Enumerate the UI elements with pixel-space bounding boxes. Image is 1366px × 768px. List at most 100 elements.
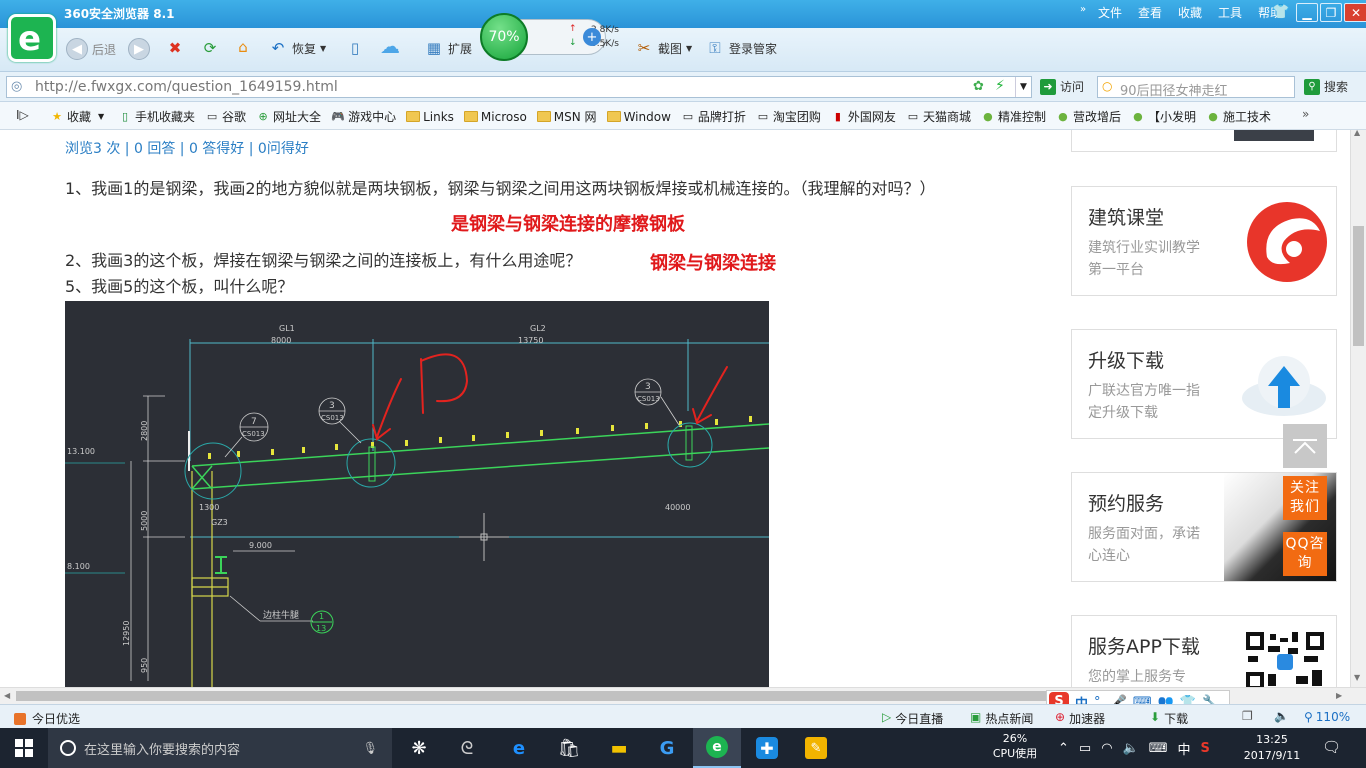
store-icon[interactable]: 🛍	[545, 728, 593, 768]
fav-item-foreign[interactable]: ▮ 外国网友	[831, 108, 896, 125]
sogou-tray-icon[interactable]: S	[1201, 741, 1210, 756]
sidebar-card-app[interactable]: 服务APP下载 您的掌上服务专	[1071, 615, 1337, 687]
fav-item-games[interactable]: 🎮 游戏中心	[331, 108, 396, 125]
search-box[interactable]: ○ 90后田径女神走红	[1097, 76, 1295, 99]
skin-shirt-icon[interactable]: 👕	[1272, 4, 1289, 20]
volume-icon[interactable]: 🔈	[1274, 709, 1289, 723]
fav-item-links[interactable]: Links	[406, 108, 454, 125]
tag-3a: 3	[329, 401, 335, 411]
keyboard-tray-icon[interactable]: ⌨	[1149, 741, 1168, 756]
bookmark-icon: ▮	[834, 110, 841, 123]
search-input[interactable]: 90后田径女神走红	[1120, 80, 1228, 99]
fav-item-taobao[interactable]: ▭ 淘宝团购	[756, 108, 821, 125]
battery-icon[interactable]: ▭	[1079, 741, 1091, 756]
fav-item-vat[interactable]: ● 营改增后	[1056, 108, 1121, 125]
cpu-label: CPU使用	[992, 747, 1038, 760]
extend-button[interactable]: ▦ 扩展	[424, 38, 472, 58]
taskbar-search[interactable]: 在这里输入你要搜索的内容 🎙	[48, 728, 392, 768]
fav-item-msn[interactable]: MSN 网	[536, 108, 597, 125]
url-text[interactable]: http://e.fwxgx.com/question_1649159.html	[35, 79, 338, 95]
download-button[interactable]: ⬇ 下载	[1150, 710, 1188, 727]
card-title: 升级下载	[1088, 350, 1165, 372]
notes-app-icon[interactable]: ✎	[792, 728, 840, 768]
notification-icon[interactable]: 🗨	[1322, 738, 1341, 756]
start-button[interactable]	[0, 728, 48, 768]
file-explorer-icon[interactable]: ▬	[595, 728, 643, 768]
maximize-button[interactable]: ❐	[1320, 3, 1342, 22]
fav-item-control[interactable]: ● 精准控制	[981, 108, 1046, 125]
follow-us-button[interactable]: 关注我们	[1283, 476, 1327, 520]
swirl-app-icon[interactable]: ᘓ	[443, 728, 491, 768]
speaker-icon[interactable]: 🔈	[1123, 741, 1139, 756]
fav-item-google[interactable]: ▭ 谷歌	[205, 108, 246, 125]
restore-button[interactable]: ↶ 恢复 ▼	[268, 38, 326, 58]
screenshot-button[interactable]: ✂ 截图 ▼	[634, 38, 692, 58]
home-icon[interactable]: ⌂	[233, 37, 253, 57]
menu-view[interactable]: 查看	[1138, 4, 1162, 21]
cad-drawing-svg: GL1 8000 GL2 13750 2800 5000 12950 950 1…	[65, 324, 769, 687]
menu-favorites[interactable]: 收藏	[1178, 4, 1202, 21]
menu-chevron-icon[interactable]: »	[1080, 4, 1086, 15]
login-manager-button[interactable]: ⚿ 登录管家	[705, 38, 777, 58]
lightning-icon[interactable]: ⚡	[995, 78, 1005, 94]
edge-icon[interactable]: e	[495, 728, 543, 768]
wifi-icon[interactable]: ◠	[1101, 741, 1112, 756]
refresh-icon[interactable]: ⟳	[200, 38, 220, 58]
tray-expand-icon[interactable]: ⌃	[1058, 741, 1069, 756]
vertical-scrollbar[interactable]: ▲ ▼	[1350, 128, 1366, 687]
accelerator-button[interactable]: ⊕ 加速器	[1055, 710, 1105, 727]
fav-item-favorites[interactable]: ★ 收藏 ▼	[50, 108, 108, 125]
today-picks[interactable]: 今日优选	[14, 710, 80, 727]
fav-item-construction[interactable]: ● 施工技术	[1206, 108, 1271, 125]
menu-file[interactable]: 文件	[1098, 4, 1122, 21]
g-app-icon[interactable]: G	[643, 728, 691, 768]
visit-button[interactable]: ➜ 访问	[1040, 78, 1084, 95]
window-tile-icon[interactable]: ❐	[1242, 709, 1253, 723]
ime-indicator[interactable]: 中	[1178, 739, 1191, 758]
fav-item-hao[interactable]: ⊕ 网址大全	[256, 108, 321, 125]
scroll-right-icon[interactable]: ▶	[1336, 691, 1342, 700]
plus-app-icon[interactable]: ✚	[743, 728, 791, 768]
sidebar-card-upgrade[interactable]: 升级下载 广联达官方唯一指定升级下载	[1071, 329, 1337, 439]
live-button[interactable]: ▷ 今日直播	[882, 710, 943, 727]
back-to-top-button[interactable]	[1283, 424, 1327, 468]
fav-item-invention[interactable]: ● 【小发明	[1131, 108, 1196, 125]
back-button[interactable]: ◀ 后退	[66, 38, 116, 60]
menu-tools[interactable]: 工具	[1218, 4, 1242, 21]
fav-item-window[interactable]: Window	[606, 108, 671, 125]
qq-consult-button[interactable]: QQ咨询	[1283, 532, 1327, 576]
close-window-button[interactable]: ✕	[1344, 3, 1366, 22]
zoom-control[interactable]: ⚲ 110%	[1304, 710, 1350, 724]
task-view-icon[interactable]: ❋	[395, 728, 443, 768]
forward-button[interactable]: ▶	[128, 38, 150, 60]
fav-item-microso[interactable]: Microso	[463, 108, 527, 125]
clock[interactable]: 13:25 2017/9/11	[1240, 732, 1304, 764]
more-favorites-icon[interactable]: »	[1302, 107, 1309, 121]
fav-item-tmall[interactable]: ▭ 天猫商城	[906, 108, 971, 125]
network-speed-widget[interactable]: ↑ 2.8K/s ↓ 0.5K/s + 70%	[480, 13, 619, 61]
cloud-icon[interactable]: ☁	[380, 34, 400, 58]
cloud-download-icon	[1242, 356, 1326, 416]
browser-taskbar-icon[interactable]: e	[693, 728, 741, 768]
accelerate-plus-icon[interactable]: +	[583, 28, 601, 46]
scroll-left-icon[interactable]: ◀	[4, 691, 10, 700]
scroll-down-icon[interactable]: ▼	[1354, 673, 1360, 682]
fav-item-mobile[interactable]: ▯ 手机收藏夹	[118, 108, 195, 125]
stop-icon[interactable]: ✖	[165, 38, 185, 58]
sidebar-card-course[interactable]: 建筑课堂 建筑行业实训教学第一平台	[1071, 186, 1337, 296]
scroll-up-icon[interactable]: ▲	[1354, 128, 1360, 137]
sidebar-card-partial[interactable]	[1071, 130, 1337, 152]
accelerator-icon: ⊕	[1055, 710, 1066, 724]
search-button[interactable]: ⚲ 搜索	[1304, 78, 1348, 95]
vertical-scroll-thumb[interactable]	[1353, 226, 1364, 346]
address-bar[interactable]: ◎ http://e.fwxgx.com/question_1649159.ht…	[6, 76, 1032, 98]
url-dropdown-icon[interactable]: ▼	[1015, 77, 1031, 97]
fav-item-brand[interactable]: ▭ 品牌打折	[681, 108, 746, 125]
mobile-icon[interactable]: ▯	[345, 38, 365, 58]
toggle-sidebar-icon[interactable]: I▷	[16, 108, 29, 122]
hot-news-button[interactable]: ▣ 热点新闻	[970, 710, 1033, 727]
answer-1: 是钢梁与钢梁连接的摩擦钢板	[451, 214, 685, 235]
minimize-button[interactable]: ▁	[1296, 3, 1318, 22]
gz3-label: GZ3	[211, 518, 228, 527]
cpu-meter[interactable]: 26% CPU使用	[990, 731, 1040, 761]
